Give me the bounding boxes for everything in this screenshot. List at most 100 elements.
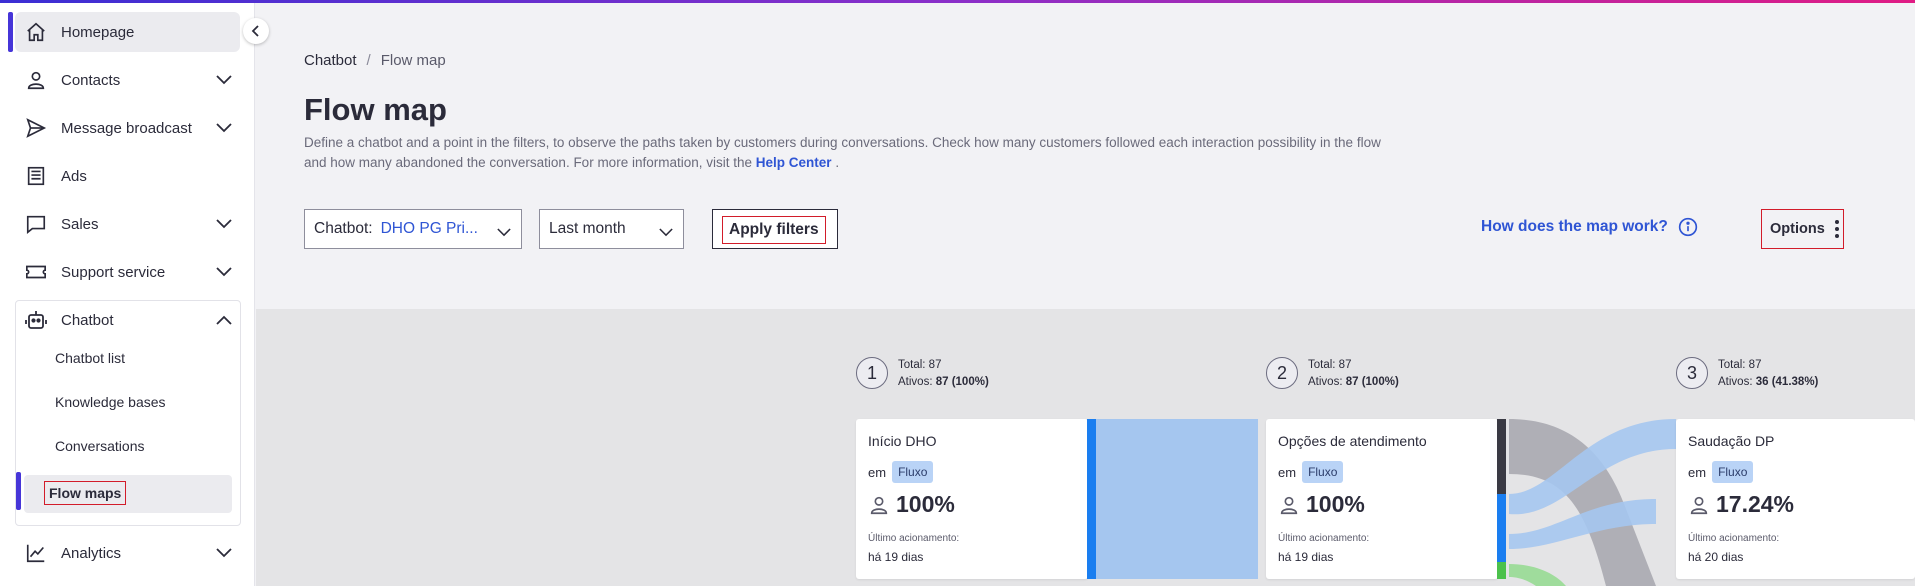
- chart-line-icon: [23, 540, 49, 566]
- node-output-bar-green: [1497, 562, 1506, 579]
- sidebar-item-label: Support service: [61, 263, 166, 281]
- node-output-bar: [1497, 494, 1506, 562]
- sidebar-subitem-label: Flow maps: [44, 481, 127, 505]
- step-total: Total: 87: [1308, 359, 1352, 371]
- user-icon: [1280, 496, 1298, 514]
- chevron-down-icon: [216, 545, 232, 562]
- sidebar-item-label: Analytics: [61, 544, 122, 562]
- description-end: .: [835, 155, 840, 170]
- sidebar-item-homepage[interactable]: Homepage: [15, 12, 240, 52]
- sidebar-item-chatbot[interactable]: Chatbot: [15, 300, 240, 340]
- sidebar-item-support-service[interactable]: Support service: [15, 252, 240, 292]
- user-icon: [23, 67, 49, 93]
- flow-link-1-2: [1087, 419, 1258, 579]
- help-center-link[interactable]: Help Center: [756, 155, 832, 170]
- node-output-bar: [1087, 419, 1096, 579]
- apply-filters-button[interactable]: Apply filters: [712, 209, 838, 249]
- how-map-works-link[interactable]: How does the map work?: [1481, 217, 1698, 237]
- node-last-value: há 19 dias: [868, 550, 924, 564]
- sidebar-item-label: Message broadcast: [61, 119, 192, 137]
- sidebar-item-analytics[interactable]: Analytics: [15, 533, 240, 573]
- active-indicator: [16, 472, 21, 510]
- node-percentage: 100%: [868, 491, 955, 518]
- sidebar-item-label: Contacts: [61, 71, 121, 89]
- chevron-left-icon: [251, 25, 259, 37]
- node-output-bar-abandon: [1497, 419, 1506, 494]
- node-type-badge: Fluxo: [1302, 461, 1344, 483]
- more-vertical-icon: [1834, 220, 1839, 238]
- node-percentage-value: 17.24%: [1716, 491, 1795, 517]
- period-select-value: Last month: [549, 220, 626, 237]
- sidebar-subitem-conversations[interactable]: Conversations: [55, 438, 145, 454]
- info-icon: [1678, 217, 1698, 237]
- document-icon: [23, 163, 49, 189]
- chatbot-select[interactable]: Chatbot: DHO PG Pri...: [304, 209, 522, 249]
- node-last-value: há 20 dias: [1688, 550, 1744, 564]
- flow-link-2-green: [1509, 564, 1566, 586]
- node-type-prefix: em: [1688, 464, 1707, 480]
- node-type-prefix: em: [1278, 464, 1297, 480]
- sidebar-item-label: Ads: [61, 167, 87, 185]
- step-active-value: 87 (100%): [935, 376, 989, 388]
- step-total: Total: 87: [898, 359, 942, 371]
- chevron-down-icon: [497, 224, 511, 242]
- node-type-row: em Fluxo: [1688, 461, 1754, 483]
- node-type-prefix: em: [868, 464, 887, 480]
- node-last-label: Último acionamento:: [1278, 533, 1370, 544]
- ticket-icon: [23, 259, 49, 285]
- sidebar-subitem-chatbot-list[interactable]: Chatbot list: [55, 350, 125, 366]
- step-number: 3: [1676, 357, 1708, 389]
- step-active-value: 36 (41.38%): [1755, 376, 1819, 388]
- page-title: Flow map: [304, 92, 447, 127]
- options-button[interactable]: Options: [1761, 209, 1844, 249]
- sidebar-item-label: Chatbot: [61, 311, 114, 329]
- apply-filters-label: Apply filters: [722, 216, 826, 244]
- step-info: Total: 87 Ativos: 87 (100%): [1308, 357, 1399, 391]
- how-map-works-label: How does the map work?: [1481, 218, 1668, 235]
- breadcrumb-chatbot[interactable]: Chatbot: [304, 52, 357, 69]
- robot-icon: [23, 307, 49, 333]
- collapse-sidebar-button[interactable]: [243, 18, 269, 44]
- node-percentage: 17.24%: [1688, 491, 1794, 518]
- chevron-down-icon: [216, 216, 232, 233]
- node-type-badge: Fluxo: [892, 461, 934, 483]
- flow-node-card[interactable]: Saudação DP em Fluxo 17.24% Último aciona…: [1676, 419, 1915, 579]
- chevron-down-icon: [216, 72, 232, 89]
- node-type-badge: Fluxo: [1712, 461, 1754, 483]
- chat-icon: [23, 211, 49, 237]
- step-info: Total: 87 Ativos: 87 (100%): [898, 357, 989, 391]
- sidebar-item-message-broadcast[interactable]: Message broadcast: [15, 108, 240, 148]
- node-name: Saudação DP: [1688, 433, 1775, 449]
- sidebar-item-ads[interactable]: Ads: [15, 156, 240, 196]
- flow-node-card[interactable]: Opções de atendimento em Fluxo 100% Últim…: [1266, 419, 1498, 579]
- step-active-value: 87 (100%): [1345, 376, 1399, 388]
- step-active-label: Ativos:: [1308, 376, 1343, 388]
- sidebar-item-contacts[interactable]: Contacts: [15, 60, 240, 100]
- sidebar-item-label: Homepage: [61, 23, 135, 41]
- sidebar-subitem-knowledge-bases[interactable]: Knowledge bases: [55, 394, 166, 410]
- breadcrumb-separator: /: [366, 52, 371, 69]
- chatbot-select-label: Chatbot:: [314, 220, 373, 237]
- node-last-label: Último acionamento:: [1688, 533, 1780, 544]
- user-icon: [1690, 496, 1708, 514]
- node-type-row: em Fluxo: [1278, 461, 1344, 483]
- step-total: Total: 87: [1718, 359, 1762, 371]
- send-icon: [23, 115, 49, 141]
- sidebar-item-sales[interactable]: Sales: [15, 204, 240, 244]
- active-indicator: [8, 12, 13, 52]
- breadcrumb-current: Flow map: [380, 52, 446, 69]
- step-info: Total: 87 Ativos: 36 (41.38%): [1718, 357, 1818, 391]
- flow-node-card[interactable]: Início DHO em Fluxo 100% Último acionamen…: [856, 419, 1088, 579]
- chatbot-select-value: DHO PG Pri...: [380, 220, 478, 237]
- step-active-label: Ativos:: [1718, 376, 1753, 388]
- node-type-row: em Fluxo: [868, 461, 934, 483]
- sidebar: Homepage Contacts Message broadcast Ads …: [0, 3, 255, 586]
- node-last-label: Último acionamento:: [868, 533, 960, 544]
- description-text: Define a chatbot and a point in the filt…: [304, 135, 1381, 170]
- node-percentage-value: 100%: [1306, 491, 1365, 517]
- user-icon: [870, 496, 888, 514]
- period-select[interactable]: Last month: [539, 209, 684, 249]
- home-icon: [23, 19, 49, 45]
- step-active-label: Ativos:: [898, 376, 933, 388]
- node-percentage-value: 100%: [896, 491, 955, 517]
